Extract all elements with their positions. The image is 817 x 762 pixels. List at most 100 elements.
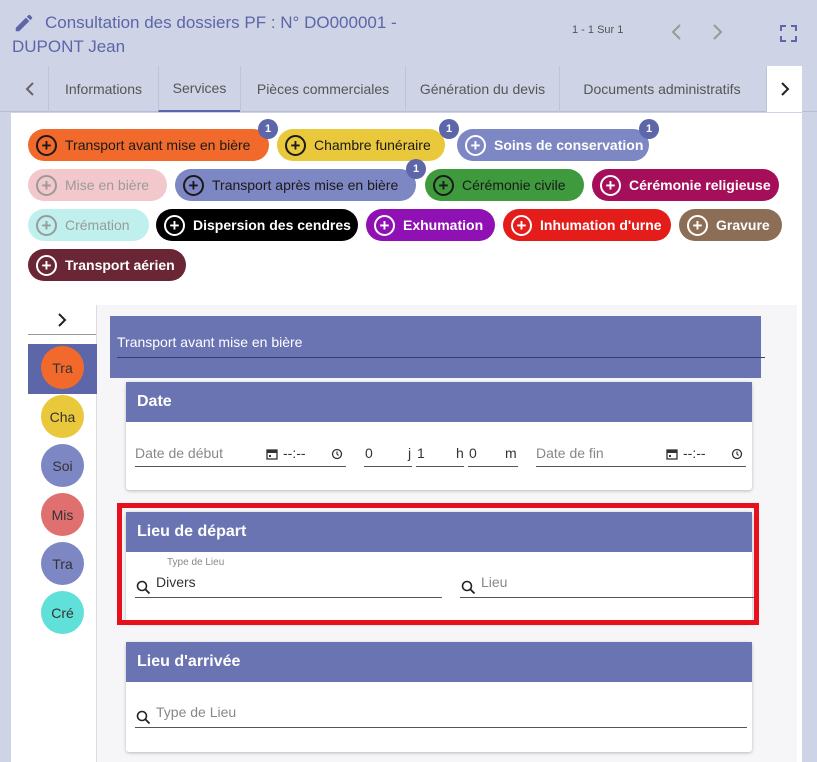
service-pill[interactable]: + Exhumation bbox=[366, 209, 495, 241]
service-pill[interactable]: + Inhumation d'urne bbox=[503, 209, 671, 241]
sidebar-item-avatar[interactable]: Tra bbox=[41, 346, 84, 389]
service-label: Mise en bière bbox=[65, 177, 150, 193]
sidebar-item-avatar[interactable]: Soi bbox=[41, 444, 84, 487]
service-pill[interactable]: + Transport aérien bbox=[28, 249, 186, 281]
service-label: Transport avant mise en bière bbox=[65, 137, 251, 153]
service-label: Chambre funéraire bbox=[314, 137, 431, 153]
sidebar-item-avatar[interactable]: Cré bbox=[41, 591, 84, 634]
service-label: Cérémonie religieuse bbox=[629, 177, 771, 193]
tab-services[interactable]: Services bbox=[158, 66, 240, 112]
count-badge: 1 bbox=[439, 119, 459, 139]
count-badge: 1 bbox=[258, 119, 278, 139]
sidebar-toggle-button[interactable] bbox=[28, 305, 96, 335]
tab-generation-devis[interactable]: Génération du devis bbox=[405, 66, 559, 112]
start-date-placeholder: Date de début bbox=[135, 445, 223, 461]
service-pill[interactable]: + Transport après mise en bière bbox=[175, 169, 416, 201]
service-pill[interactable]: + Soins de conservation bbox=[457, 129, 649, 161]
service-pill[interactable]: + Gravure bbox=[679, 209, 782, 241]
tab-pieces-commerciales[interactable]: Pièces commerciales bbox=[240, 66, 405, 112]
hours-unit: h bbox=[456, 445, 464, 461]
service-pill[interactable]: + Cérémonie religieuse bbox=[592, 169, 779, 201]
fullscreen-icon[interactable] bbox=[780, 25, 797, 42]
service-pill[interactable]: + Chambre funéraire bbox=[277, 129, 445, 161]
service-pill[interactable]: + Transport avant mise en bière bbox=[28, 129, 269, 161]
date-section-title: Date bbox=[126, 382, 752, 422]
edit-icon bbox=[15, 14, 33, 32]
add-circle-icon: + bbox=[36, 254, 57, 276]
clock-icon[interactable] bbox=[331, 448, 343, 460]
add-circle-icon: + bbox=[687, 214, 708, 236]
sidebar-item-avatar[interactable]: Tra bbox=[41, 542, 84, 585]
sidebar-item-avatar[interactable]: Mis bbox=[41, 493, 84, 536]
add-circle-icon: + bbox=[36, 214, 57, 236]
tab-documents-administratifs[interactable]: Documents administratifs bbox=[559, 66, 764, 112]
service-label: Transport après mise en bière bbox=[212, 177, 399, 193]
next-record-button[interactable] bbox=[709, 22, 725, 42]
service-pill[interactable]: + Crémation bbox=[28, 209, 149, 241]
add-circle-icon: + bbox=[164, 214, 185, 236]
tab-bar: Informations Services Pièces commerciale… bbox=[0, 66, 817, 112]
start-time-value[interactable]: --:-- bbox=[283, 445, 306, 461]
add-circle-icon: + bbox=[465, 134, 486, 156]
minutes-field[interactable]: 0 m bbox=[468, 441, 518, 467]
service-label: Gravure bbox=[716, 217, 770, 233]
add-circle-icon: + bbox=[183, 174, 204, 196]
minutes-unit: m bbox=[505, 445, 517, 461]
detail-header: Transport avant mise en bière bbox=[110, 316, 765, 378]
tab-informations[interactable]: Informations bbox=[48, 66, 158, 112]
tabs-scroll-right-button[interactable] bbox=[766, 66, 802, 112]
pager-text: 1 - 1 Sur 1 bbox=[572, 24, 624, 36]
hours-value: 1 bbox=[417, 445, 425, 461]
clock-icon[interactable] bbox=[731, 448, 743, 460]
calendar-icon[interactable] bbox=[666, 448, 678, 460]
end-time-value[interactable]: --:-- bbox=[683, 445, 706, 461]
service-label: Transport aérien bbox=[65, 257, 175, 273]
start-date-field[interactable]: Date de début --:-- bbox=[135, 441, 346, 467]
date-section: Date Date de début --:-- 0 j 1 h 0 m Dat… bbox=[126, 382, 752, 490]
detail-title: Transport avant mise en bière bbox=[117, 334, 303, 350]
highlight-box bbox=[117, 503, 759, 625]
service-label: Dispersion des cendres bbox=[193, 217, 351, 233]
chevron-left-icon bbox=[25, 82, 34, 96]
count-badge: 1 bbox=[639, 119, 659, 139]
calendar-icon[interactable] bbox=[266, 448, 278, 460]
service-label: Cérémonie civile bbox=[462, 177, 566, 193]
previous-record-button[interactable] bbox=[669, 22, 685, 42]
tabs-scroll-left-button[interactable] bbox=[12, 66, 48, 112]
add-circle-icon: + bbox=[433, 174, 454, 196]
hours-field[interactable]: 1 h bbox=[416, 441, 464, 467]
service-label: Crémation bbox=[65, 217, 130, 233]
divider bbox=[117, 357, 765, 358]
chevron-right-icon bbox=[58, 312, 67, 327]
service-pill[interactable]: + Mise en bière bbox=[28, 169, 167, 201]
page-title: Consultation des dossiers PF : N° DO0000… bbox=[12, 11, 425, 56]
page-title-line1: Consultation des dossiers PF : N° DO0000… bbox=[45, 13, 397, 32]
days-field[interactable]: 0 j bbox=[364, 441, 412, 467]
add-circle-icon: + bbox=[374, 214, 395, 236]
sidebar-item-label: Cha bbox=[49, 408, 76, 425]
services-card: + Transport avant mise en bière 1 + Chambr… bbox=[11, 113, 802, 762]
arrival-place-type-field[interactable]: Type de Lieu bbox=[135, 702, 747, 728]
add-circle-icon: + bbox=[36, 174, 57, 196]
sidebar-item-label: Soi bbox=[52, 457, 73, 474]
end-date-placeholder: Date de fin bbox=[536, 445, 604, 461]
add-circle-icon: + bbox=[511, 214, 532, 236]
service-pill[interactable]: + Dispersion des cendres bbox=[156, 209, 358, 241]
end-date-field[interactable]: Date de fin --:-- bbox=[536, 441, 746, 467]
page-title-line2: DUPONT Jean bbox=[12, 37, 126, 56]
service-label: Inhumation d'urne bbox=[540, 217, 662, 233]
add-circle-icon: + bbox=[285, 134, 306, 156]
chevron-right-icon bbox=[780, 82, 789, 96]
service-pill[interactable]: + Cérémonie civile bbox=[425, 169, 584, 201]
count-badge: 1 bbox=[406, 159, 426, 179]
add-circle-icon: + bbox=[36, 134, 57, 156]
sidebar-item-label: Tra bbox=[52, 359, 73, 376]
search-icon bbox=[136, 710, 151, 725]
sidebar-item-label: Cré bbox=[51, 604, 74, 621]
sidebar-item-avatar[interactable]: Cha bbox=[41, 395, 84, 438]
arrival-section-title: Lieu d'arrivée bbox=[126, 642, 752, 682]
arrival-place-type-placeholder: Type de Lieu bbox=[156, 704, 237, 720]
header: Consultation des dossiers PF : N° DO0000… bbox=[0, 0, 817, 66]
days-value: 0 bbox=[365, 445, 373, 461]
arrival-section: Lieu d'arrivée Type de Lieu bbox=[126, 642, 752, 752]
